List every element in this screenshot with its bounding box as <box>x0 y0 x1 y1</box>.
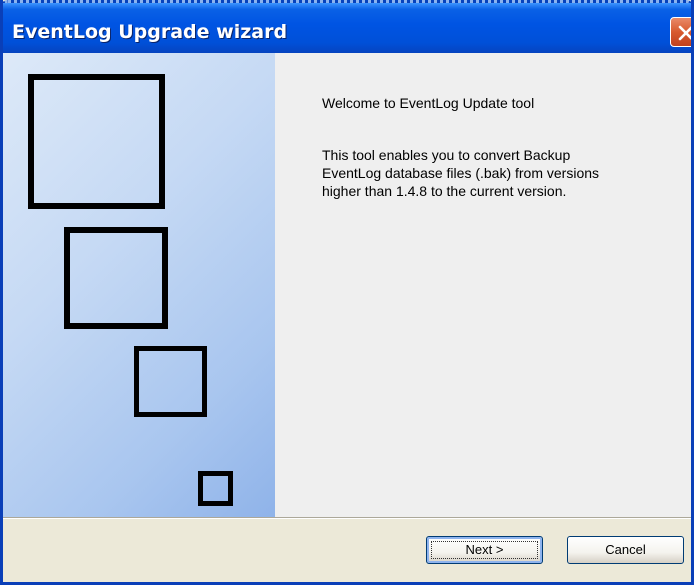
wizard-window: EventLog Upgrade wizard Welcome to Event… <box>0 0 694 585</box>
cancel-button[interactable]: Cancel <box>567 536 684 564</box>
title-bar[interactable]: EventLog Upgrade wizard <box>3 0 691 56</box>
decorative-square-medium <box>64 227 168 329</box>
wizard-content: Welcome to EventLog Update tool This too… <box>275 53 691 517</box>
decorative-square-small <box>134 346 207 417</box>
description-line: higher than 1.4.8 to the current version… <box>322 183 567 199</box>
description-text: This tool enables you to convert Backup … <box>322 146 642 200</box>
next-button-label: Next > <box>465 542 504 557</box>
cancel-button-label: Cancel <box>605 542 646 557</box>
next-button[interactable]: Next > <box>426 536 543 564</box>
close-button[interactable] <box>670 17 691 47</box>
close-icon <box>678 25 691 41</box>
decorative-square-tiny <box>198 471 233 506</box>
decorative-square-large <box>28 74 165 209</box>
window-title: EventLog Upgrade wizard <box>12 21 288 43</box>
wizard-side-banner <box>3 53 275 517</box>
description-line: This tool enables you to convert Backup <box>322 147 571 163</box>
welcome-heading: Welcome to EventLog Update tool <box>322 95 535 111</box>
button-bar: Next > Cancel <box>3 519 691 582</box>
description-line: EventLog database files (.bak) from vers… <box>322 165 600 181</box>
